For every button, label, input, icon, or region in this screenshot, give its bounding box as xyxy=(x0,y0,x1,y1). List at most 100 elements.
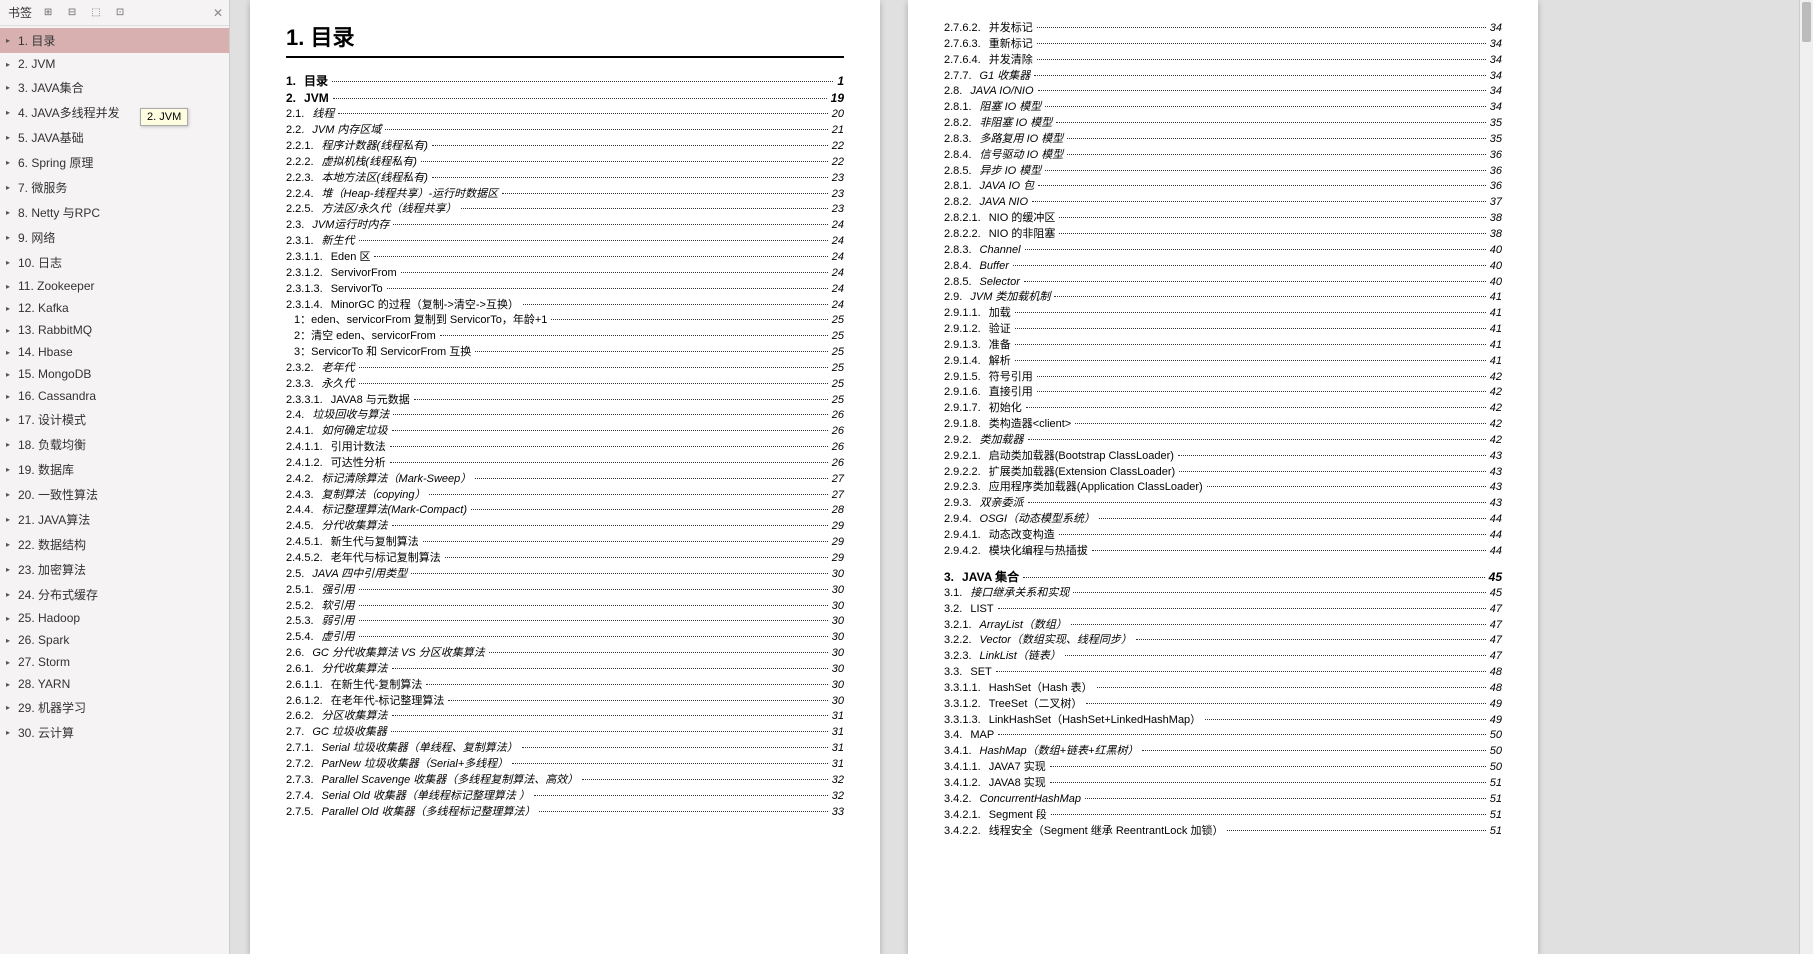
toc-entry[interactable]: 2.6.1.分代收集算法30 xyxy=(286,662,844,677)
toc-entry[interactable]: 2.9.4.1.动态改变构造44 xyxy=(944,528,1502,543)
toc-entry[interactable]: 2.8.1.阻塞 IO 模型34 xyxy=(944,100,1502,115)
toc-entry[interactable]: 3.3.1.3.LinkHashSet（HashSet+LinkedHashMa… xyxy=(944,713,1502,728)
bookmark-item[interactable]: 13. RabbitMQ xyxy=(0,319,229,341)
toc-entry[interactable]: 2.4.1.2.可达性分析26 xyxy=(286,456,844,471)
toc-entry[interactable]: 2.9.2.类加载器42 xyxy=(944,433,1502,448)
toc-entry[interactable]: 2.9.4.2.模块化编程与热插拔44 xyxy=(944,544,1502,559)
toc-entry[interactable]: 2.6.1.1.在新生代-复制算法30 xyxy=(286,678,844,693)
toc-entry[interactable]: 2.3.3.永久代25 xyxy=(286,377,844,392)
toc-entry[interactable]: 2.6.2.分区收集算法31 xyxy=(286,709,844,724)
toc-entry[interactable]: 2.9.1.8.类构造器<client>42 xyxy=(944,417,1502,432)
toc-entry[interactable]: 2.3.1.1.Eden 区24 xyxy=(286,250,844,265)
bookmark-item[interactable]: 20. 一致性算法 xyxy=(0,482,229,507)
collapse-icon[interactable]: ⊟ xyxy=(64,5,80,21)
toc-entry[interactable]: 3.1.接口继承关系和实现45 xyxy=(944,586,1502,601)
toc-entry[interactable]: 3.4.2.1.Segment 段51 xyxy=(944,808,1502,823)
toc-entry[interactable]: 2.5.4.虚引用30 xyxy=(286,630,844,645)
close-icon[interactable]: ✕ xyxy=(213,6,223,20)
bookmark-item[interactable]: 1. 目录 xyxy=(0,28,229,53)
toc-entry[interactable]: 2.3.1.2.ServivorFrom24 xyxy=(286,266,844,281)
toc-entry[interactable]: 2.9.1.7.初始化42 xyxy=(944,401,1502,416)
toc-entry[interactable]: 3.2.2.Vector（数组实现、线程同步）47 xyxy=(944,633,1502,648)
toc-entry[interactable]: 2.7.3.Parallel Scavenge 收集器（多线程复制算法、高效）3… xyxy=(286,773,844,788)
toc-entry[interactable]: 2.9.2.2.扩展类加载器(Extension ClassLoader)43 xyxy=(944,465,1502,480)
toc-entry[interactable]: 2.2.2.虚拟机栈(线程私有)22 xyxy=(286,155,844,170)
toc-entry[interactable]: 2.5.JAVA 四中引用类型30 xyxy=(286,567,844,582)
toc-entry[interactable]: 3.JAVA 集合45 xyxy=(944,569,1502,585)
toc-entry[interactable]: 2.8.2.非阻塞 IO 模型35 xyxy=(944,116,1502,131)
bookmark-item[interactable]: 9. 网络 xyxy=(0,225,229,250)
toc-entry[interactable]: 2.5.3.弱引用30 xyxy=(286,614,844,629)
toc-entry[interactable]: 2.4.5.1.新生代与复制算法29 xyxy=(286,535,844,550)
toc-entry[interactable]: 2.2.3.本地方法区(线程私有)23 xyxy=(286,171,844,186)
toc-entry[interactable]: 2.5.2.软引用30 xyxy=(286,599,844,614)
toc-entry[interactable]: 2.3.2.老年代25 xyxy=(286,361,844,376)
bookmark-item[interactable]: 15. MongoDB xyxy=(0,363,229,385)
toc-entry[interactable]: 2.8.3.多路复用 IO 模型35 xyxy=(944,132,1502,147)
bookmark-item[interactable]: 19. 数据库 xyxy=(0,457,229,482)
toc-entry[interactable]: 2.8.3.Channel40 xyxy=(944,243,1502,258)
bookmark-item[interactable]: 14. Hbase xyxy=(0,341,229,363)
toc-entry[interactable]: 2.8.4.Buffer40 xyxy=(944,259,1502,274)
bookmark-item[interactable]: 26. Spark xyxy=(0,629,229,651)
toc-entry[interactable]: 3.2.LIST47 xyxy=(944,602,1502,617)
toc-entry[interactable]: 3.4.2.2.线程安全（Segment 继承 ReentrantLock 加锁… xyxy=(944,824,1502,839)
toc-entry[interactable]: 2.4.4.标记整理算法(Mark-Compact)28 xyxy=(286,503,844,518)
bookmark-item[interactable]: 18. 负载均衡 xyxy=(0,432,229,457)
toc-entry[interactable]: 2.8.2.JAVA NIO37 xyxy=(944,195,1502,210)
bookmark-item[interactable]: 3. JAVA集合 xyxy=(0,75,229,100)
toc-entry[interactable]: 3.4.MAP50 xyxy=(944,728,1502,743)
toc-entry[interactable]: 3.3.1.1.HashSet（Hash 表）48 xyxy=(944,681,1502,696)
toc-entry[interactable]: 3.3.SET48 xyxy=(944,665,1502,680)
toc-entry[interactable]: 2.7.6.4.并发清除34 xyxy=(944,53,1502,68)
toc-entry[interactable]: 3.2.3.LinkList（链表）47 xyxy=(944,649,1502,664)
toc-entry[interactable]: 2.4.3.复制算法（copying）27 xyxy=(286,488,844,503)
toc-entry[interactable]: 2.2.1.程序计数器(线程私有)22 xyxy=(286,139,844,154)
expand-icon[interactable]: ⊞ xyxy=(40,5,56,21)
toc-entry[interactable]: 2.9.1.5.符号引用42 xyxy=(944,370,1502,385)
toc-entry[interactable]: 2.9.1.3.准备41 xyxy=(944,338,1502,353)
toc-entry[interactable]: 2.7.4.Serial Old 收集器（单线程标记整理算法 ）32 xyxy=(286,789,844,804)
toc-entry[interactable]: 2.8.4.信号驱动 IO 模型36 xyxy=(944,148,1502,163)
toc-entry[interactable]: 1：eden、servicorFrom 复制到 ServicorTo，年龄+12… xyxy=(286,313,844,328)
scrollbar[interactable] xyxy=(1799,0,1813,954)
toc-entry[interactable]: 2.4.5.分代收集算法29 xyxy=(286,519,844,534)
toc-entry[interactable]: 2.9.2.1.启动类加载器(Bootstrap ClassLoader)43 xyxy=(944,449,1502,464)
toc-entry[interactable]: 2.2.JVM 内存区域21 xyxy=(286,123,844,138)
toc-entry[interactable]: 2.5.1.强引用30 xyxy=(286,583,844,598)
bookmark-item[interactable]: 16. Cassandra xyxy=(0,385,229,407)
toc-entry[interactable]: 2.7.6.2.并发标记34 xyxy=(944,21,1502,36)
toc-entry[interactable]: 3.4.1.2.JAVA8 实现51 xyxy=(944,776,1502,791)
toc-entry[interactable]: 2.8.2.1.NIO 的缓冲区38 xyxy=(944,211,1502,226)
bookmark-item[interactable]: 17. 设计模式 xyxy=(0,407,229,432)
toc-entry[interactable]: 2.3.1.4.MinorGC 的过程（复制->清空->互换）24 xyxy=(286,298,844,313)
toc-entry[interactable]: 2.7.1.Serial 垃圾收集器（单线程、复制算法）31 xyxy=(286,741,844,756)
toc-entry[interactable]: 2.9.1.2.验证41 xyxy=(944,322,1502,337)
toc-entry[interactable]: 2.8.5.异步 IO 模型36 xyxy=(944,164,1502,179)
toc-entry[interactable]: 2.6.GC 分代收集算法 VS 分区收集算法30 xyxy=(286,646,844,661)
bookmark-item[interactable]: 6. Spring 原理 xyxy=(0,150,229,175)
toc-entry[interactable]: 2.3.JVM运行时内存24 xyxy=(286,218,844,233)
bookmark-item[interactable]: 2. JVM xyxy=(0,53,229,75)
toc-entry[interactable]: 1.目录1 xyxy=(286,73,844,89)
toc-entry[interactable]: 2.1.线程20 xyxy=(286,107,844,122)
toc-entry[interactable]: 2.9.JVM 类加载机制41 xyxy=(944,290,1502,305)
toc-entry[interactable]: 2.3.1.3.ServivorTo24 xyxy=(286,282,844,297)
toc-entry[interactable]: 2.JVM19 xyxy=(286,90,844,106)
bookmark-item[interactable]: 25. Hadoop xyxy=(0,607,229,629)
toc-entry[interactable]: 2.9.1.4.解析41 xyxy=(944,354,1502,369)
bookmark-item[interactable]: 21. JAVA算法 xyxy=(0,507,229,532)
toc-entry[interactable]: 2.4.2.标记清除算法（Mark-Sweep）27 xyxy=(286,472,844,487)
toc-entry[interactable]: 3.2.1.ArrayList（数组）47 xyxy=(944,618,1502,633)
toc-entry[interactable]: 3.3.1.2.TreeSet（二叉树）49 xyxy=(944,697,1502,712)
bookmark-item[interactable]: 12. Kafka xyxy=(0,297,229,319)
bookmark-item[interactable]: 23. 加密算法 xyxy=(0,557,229,582)
toc-entry[interactable]: 2.7.7.G1 收集器34 xyxy=(944,69,1502,84)
bookmark-item[interactable]: 8. Netty 与RPC xyxy=(0,200,229,225)
bookmark-item[interactable]: 24. 分布式缓存 xyxy=(0,582,229,607)
toc-entry[interactable]: 2.3.3.1.JAVA8 与元数据25 xyxy=(286,393,844,408)
bookmark-item[interactable]: 28. YARN xyxy=(0,673,229,695)
toc-entry[interactable]: 2.3.1.新生代24 xyxy=(286,234,844,249)
bookmark-item[interactable]: 4. JAVA多线程并发 xyxy=(0,100,229,125)
bookmark-item[interactable]: 29. 机器学习 xyxy=(0,695,229,720)
